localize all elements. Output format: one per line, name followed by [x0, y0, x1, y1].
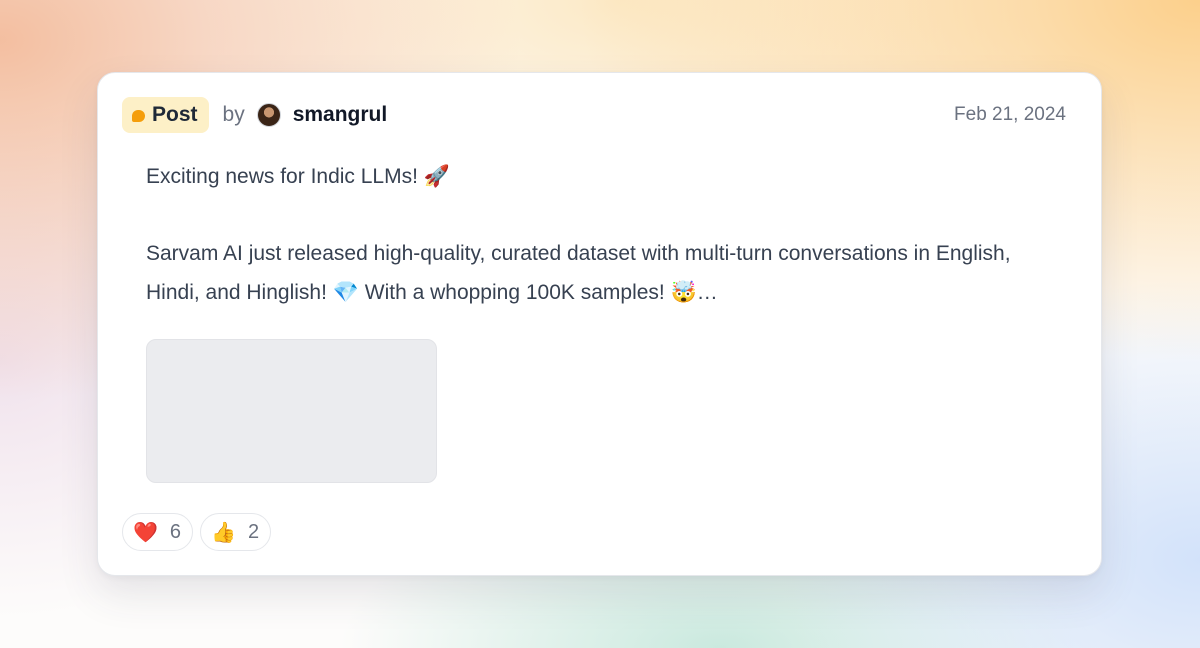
heart-icon: ❤️	[133, 520, 158, 544]
exploding-head-icon: 🤯	[670, 280, 697, 304]
post-image-placeholder[interactable]	[146, 339, 437, 483]
truncation-ellipsis: …	[696, 281, 718, 304]
post-line-1: Exciting news for Indic LLMs! 🚀	[146, 157, 1026, 196]
reaction-heart-button[interactable]: ❤️ 6	[122, 513, 194, 551]
reaction-thumbs-up-button[interactable]: 👍 2	[200, 513, 272, 551]
thumbs-up-icon: 👍	[211, 520, 236, 544]
gem-icon: 💎	[332, 280, 359, 304]
reaction-count: 2	[247, 520, 260, 543]
post-card: Post by smangrul Feb 21, 2024 Exciting n…	[97, 72, 1102, 576]
author-link[interactable]: smangrul	[293, 103, 388, 127]
post-header: Post by smangrul Feb 21, 2024	[122, 97, 1066, 133]
chat-bubble-icon	[132, 109, 145, 122]
reaction-count: 6	[169, 520, 182, 543]
post-line-1-text: Exciting news for Indic LLMs!	[146, 165, 424, 188]
rocket-icon: 🚀	[423, 164, 450, 188]
post-type-badge: Post	[122, 97, 209, 133]
post-paragraph-2: Sarvam AI just released high-quality, cu…	[146, 234, 1026, 312]
reactions-bar: ❤️ 6 👍 2	[122, 513, 272, 551]
post-type-label: Post	[152, 103, 198, 126]
post-date: Feb 21, 2024	[954, 104, 1066, 125]
post-body: Exciting news for Indic LLMs! 🚀 Sarvam A…	[146, 157, 1026, 312]
by-label: by	[222, 103, 245, 126]
post-paragraph-2-text-b: With a whopping 100K samples!	[358, 281, 671, 304]
avatar[interactable]	[256, 103, 281, 127]
